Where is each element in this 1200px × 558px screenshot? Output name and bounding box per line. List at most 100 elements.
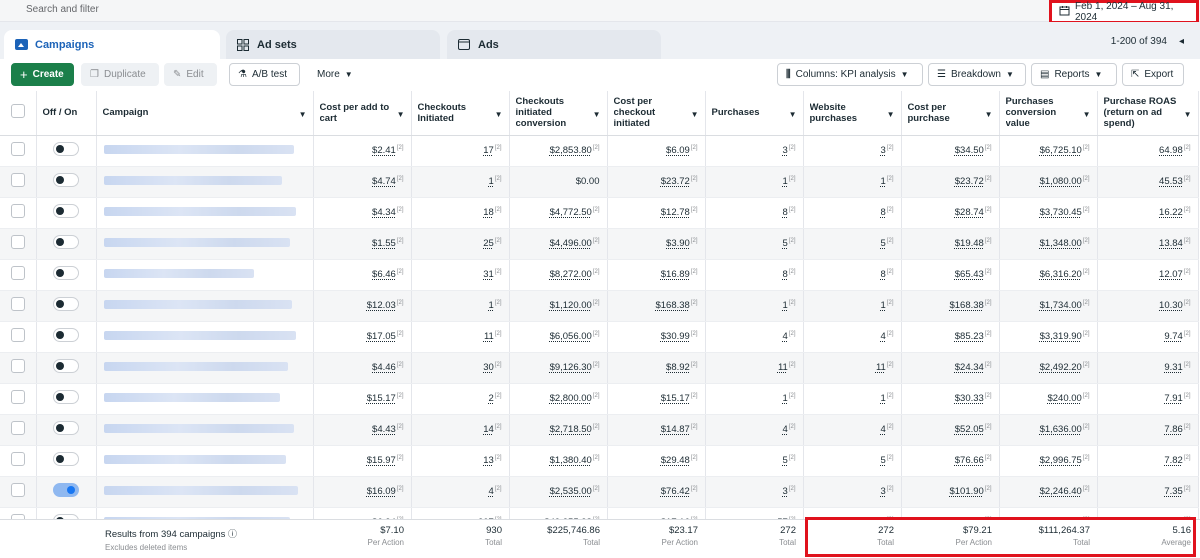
cell-purchases-conversion-value[interactable]: $6,725.10[2]	[999, 135, 1098, 167]
cell-checkouts-conversion-value[interactable]: $1,380.40[2]	[509, 445, 608, 477]
cell-purchases-conversion-value[interactable]: $1,348.00[2]	[999, 228, 1098, 260]
campaign-toggle[interactable]	[53, 297, 79, 311]
table-row[interactable]: $16.09[2] 4[2] $2,535.00[2] $76.42[2] 3[2] 3[…	[0, 476, 1199, 508]
cell-website-purchases[interactable]: 5[2]	[803, 445, 902, 477]
campaign-name-cell[interactable]	[96, 445, 314, 477]
campaign-name-cell[interactable]	[96, 383, 314, 415]
cell-checkouts-conversion-value[interactable]: $0.00	[509, 166, 608, 198]
cell-website-purchases[interactable]: 11[2]	[803, 352, 902, 384]
row-checkbox[interactable]	[10, 297, 25, 311]
cell-checkouts-conversion-value[interactable]: $4,772.50[2]	[509, 197, 608, 229]
row-checkbox[interactable]	[10, 359, 25, 373]
cell-cost-per-checkout[interactable]: $6.09[2]	[607, 135, 706, 167]
cell-website-purchases[interactable]: 4[2]	[803, 321, 902, 353]
row-checkbox[interactable]	[10, 483, 25, 497]
cell-cost-per-checkout[interactable]: $76.42[2]	[607, 476, 706, 508]
table-row[interactable]: $6.46[2] 31[2] $8,272.00[2] $16.89[2] 8[2] 8[…	[0, 259, 1199, 291]
cell-checkouts-initiated[interactable]: 30[2]	[411, 352, 510, 384]
cell-purchase-roas[interactable]: 13.84[2]	[1097, 228, 1199, 260]
row-checkbox[interactable]	[10, 452, 25, 466]
cell-checkouts-initiated[interactable]: 1[2]	[411, 290, 510, 322]
table-row[interactable]: $1.55[2] 25[2] $4,496.00[2] $3.90[2] 5[2] 5[2…	[0, 228, 1199, 260]
info-icon[interactable]: ⓘ	[228, 529, 237, 539]
cell-cost-per-checkout[interactable]: $168.38[2]	[607, 290, 706, 322]
row-checkbox[interactable]	[10, 173, 25, 187]
campaign-toggle[interactable]	[53, 328, 79, 342]
cell-checkouts-initiated[interactable]: 13[2]	[411, 445, 510, 477]
cell-website-purchases[interactable]: 1[2]	[803, 383, 902, 415]
header-cost-per-checkout[interactable]: Cost per checkout initiated ▼	[607, 91, 706, 136]
cell-purchase-roas[interactable]: 9.74[2]	[1097, 321, 1199, 353]
cell-cost-per-purchase[interactable]: $30.33[2]	[901, 383, 1000, 415]
cell-checkouts-conversion-value[interactable]: $2,535.00[2]	[509, 476, 608, 508]
row-checkbox[interactable]	[10, 142, 25, 156]
cell-purchases[interactable]: 5[2]	[705, 445, 804, 477]
cell-checkouts-initiated[interactable]: 1[2]	[411, 166, 510, 198]
cell-cost-per-checkout[interactable]: $15.17[2]	[607, 383, 706, 415]
cell-cost-per-purchase[interactable]: $24.34[2]	[901, 352, 1000, 384]
header-purchases[interactable]: Purchases ▼	[705, 91, 804, 136]
cell-cost-per-purchase[interactable]: $23.72[2]	[901, 166, 1000, 198]
campaign-toggle[interactable]	[53, 483, 79, 497]
cell-cost-per-add-to-cart[interactable]: $17.05[2]	[313, 321, 412, 353]
cell-purchases[interactable]: 1[2]	[705, 290, 804, 322]
cell-website-purchases[interactable]: 3[2]	[803, 476, 902, 508]
cell-cost-per-checkout[interactable]: $23.72[2]	[607, 166, 706, 198]
cell-cost-per-checkout[interactable]: $30.99[2]	[607, 321, 706, 353]
breakdown-button[interactable]: ☰ Breakdown ▼	[928, 63, 1026, 86]
row-checkbox[interactable]	[10, 328, 25, 342]
cell-cost-per-purchase[interactable]: $34.50[2]	[901, 135, 1000, 167]
reports-button[interactable]: ▤ Reports ▼	[1031, 63, 1117, 86]
export-button[interactable]: ⇱ Export	[1122, 63, 1184, 86]
duplicate-button[interactable]: ❐ Duplicate	[81, 63, 159, 86]
cell-cost-per-purchase[interactable]: $52.05[2]	[901, 414, 1000, 446]
table-row[interactable]: $12.03[2] 1[2] $1,120.00[2] $168.38[2] 1[2] 1…	[0, 290, 1199, 322]
campaign-name-cell[interactable]	[96, 135, 314, 167]
cell-checkouts-initiated[interactable]: 17[2]	[411, 135, 510, 167]
cell-cost-per-add-to-cart[interactable]: $4.74[2]	[313, 166, 412, 198]
cell-purchases[interactable]: 3[2]	[705, 476, 804, 508]
cell-purchases-conversion-value[interactable]: $2,996.75[2]	[999, 445, 1098, 477]
table-row[interactable]: $4.43[2] 14[2] $2,718.50[2] $14.87[2] 4[2] 4[…	[0, 414, 1199, 446]
cell-checkouts-initiated[interactable]: 11[2]	[411, 321, 510, 353]
campaign-name-cell[interactable]	[96, 259, 314, 291]
table-row[interactable]: $2.41[2] 17[2] $2,853.80[2] $6.09[2] 3[2] 3[2…	[0, 135, 1199, 167]
cell-cost-per-add-to-cart[interactable]: $1.55[2]	[313, 228, 412, 260]
cell-cost-per-add-to-cart[interactable]: $6.46[2]	[313, 259, 412, 291]
row-checkbox[interactable]	[10, 421, 25, 435]
cell-checkouts-initiated[interactable]: 4[2]	[411, 476, 510, 508]
campaign-toggle[interactable]	[53, 359, 79, 373]
table-row[interactable]: $4.34[2] 18[2] $4,772.50[2] $12.78[2] 8[2] 8[…	[0, 197, 1199, 229]
cell-website-purchases[interactable]: 5[2]	[803, 228, 902, 260]
cell-checkouts-conversion-value[interactable]: $4,496.00[2]	[509, 228, 608, 260]
cell-purchases[interactable]: 5[2]	[705, 228, 804, 260]
cell-cost-per-purchase[interactable]: $76.66[2]	[901, 445, 1000, 477]
cell-purchases-conversion-value[interactable]: $6,316.20[2]	[999, 259, 1098, 291]
cell-purchase-roas[interactable]: 9.31[2]	[1097, 352, 1199, 384]
table-row[interactable]: $4.46[2] 30[2] $9,126.30[2] $8.92[2] 11[2] 11…	[0, 352, 1199, 384]
cell-purchases-conversion-value[interactable]: $1,734.00[2]	[999, 290, 1098, 322]
cell-cost-per-purchase[interactable]: $85.23[2]	[901, 321, 1000, 353]
select-all-checkbox[interactable]	[10, 104, 25, 119]
campaign-toggle[interactable]	[53, 266, 79, 280]
cell-purchases[interactable]: 1[2]	[705, 166, 804, 198]
search-input[interactable]: Search and filter	[26, 4, 99, 15]
cell-purchase-roas[interactable]: 7.86[2]	[1097, 414, 1199, 446]
cell-purchases[interactable]: 4[2]	[705, 321, 804, 353]
cell-purchases[interactable]: 4[2]	[705, 414, 804, 446]
ab-test-button[interactable]: ⚗ A/B test	[229, 63, 300, 86]
campaign-name-cell[interactable]	[96, 321, 314, 353]
cell-cost-per-checkout[interactable]: $29.48[2]	[607, 445, 706, 477]
header-purchases-conversion-value[interactable]: Purchases conversion value ▼	[999, 91, 1098, 136]
cell-website-purchases[interactable]: 8[2]	[803, 259, 902, 291]
cell-website-purchases[interactable]: 4[2]	[803, 414, 902, 446]
cell-cost-per-purchase[interactable]: $168.38[2]	[901, 290, 1000, 322]
header-purchase-roas[interactable]: Purchase ROAS (return on ad spend) ▼	[1097, 91, 1199, 136]
campaign-name-cell[interactable]	[96, 414, 314, 446]
header-off-on[interactable]: Off / On	[36, 91, 97, 136]
cell-cost-per-checkout[interactable]: $8.92[2]	[607, 352, 706, 384]
cell-cost-per-add-to-cart[interactable]: $4.43[2]	[313, 414, 412, 446]
row-checkbox[interactable]	[10, 390, 25, 404]
campaign-name-cell[interactable]	[96, 197, 314, 229]
cell-checkouts-conversion-value[interactable]: $1,120.00[2]	[509, 290, 608, 322]
